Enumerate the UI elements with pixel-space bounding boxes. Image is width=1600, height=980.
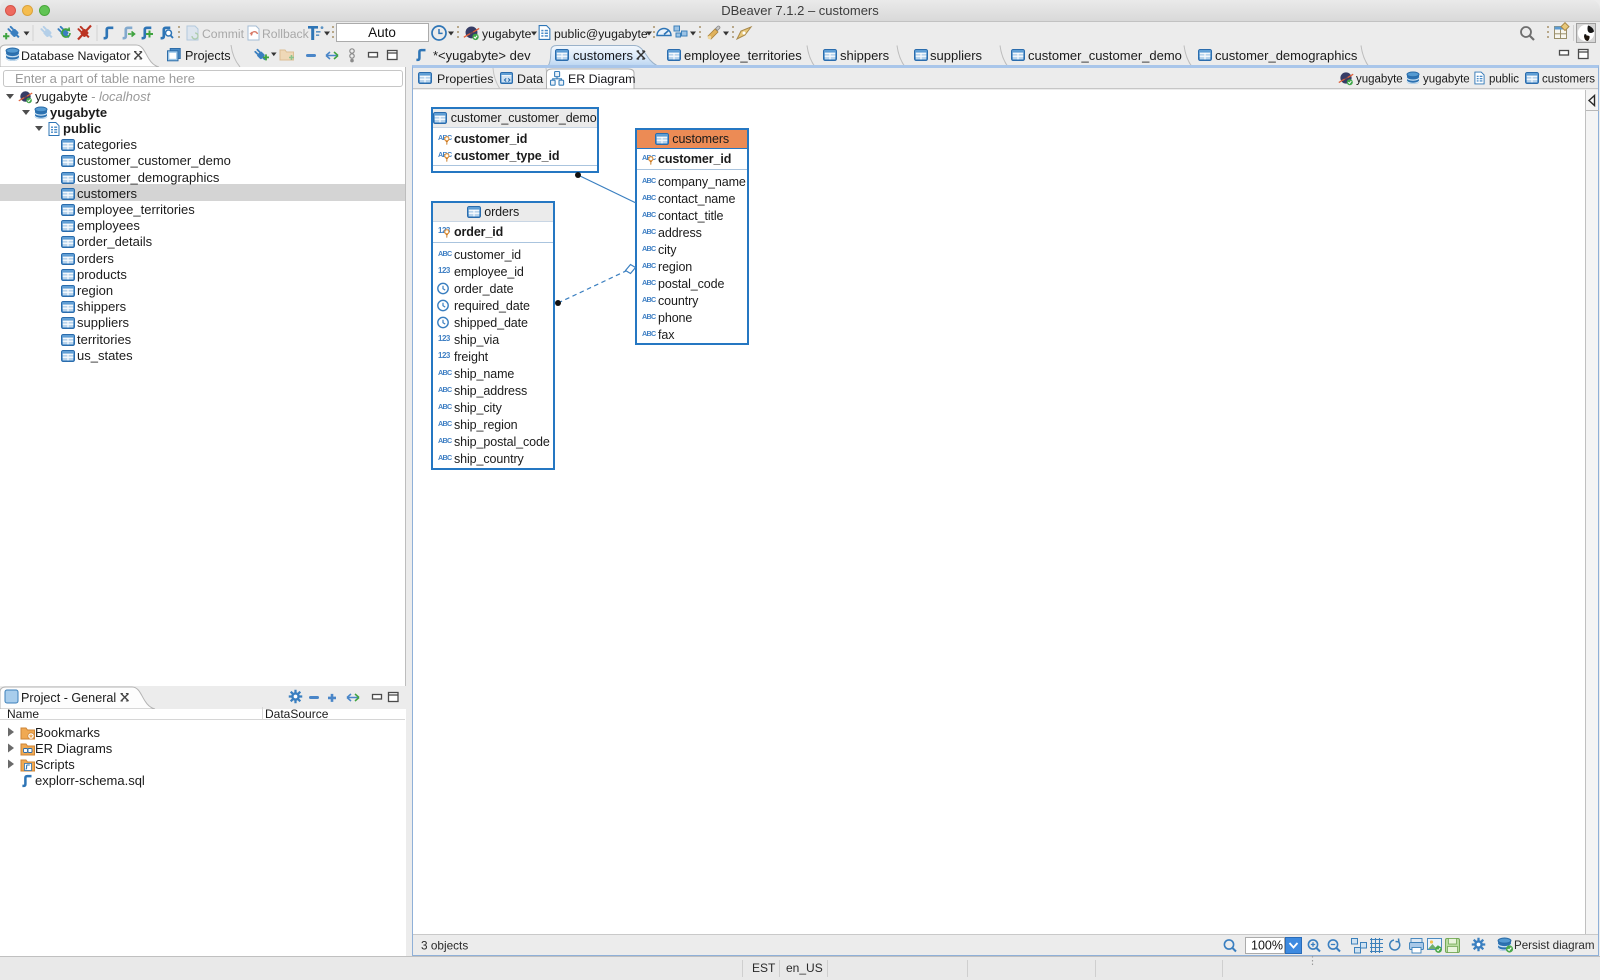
svg-text:shippers: shippers (840, 48, 890, 63)
svg-text:customer_demographics: customer_demographics (1215, 48, 1358, 63)
svg-text:yugabyte: yugabyte (1423, 74, 1470, 86)
svg-text:customer_customer_demo: customer_customer_demo (1028, 48, 1182, 63)
svg-text:public: public (1489, 74, 1519, 86)
svg-text:Database Navigator: Database Navigator (21, 49, 131, 63)
svg-text:yugabyte: yugabyte (1356, 74, 1403, 86)
svg-text:Persist diagram: Persist diagram (1514, 939, 1595, 952)
svg-text:customers: customers (573, 48, 633, 63)
svg-text:Data: Data (517, 72, 543, 86)
svg-text:Project - General: Project - General (21, 691, 116, 705)
svg-text:3 objects: 3 objects (421, 939, 468, 953)
svg-text:ER Diagram: ER Diagram (568, 72, 635, 86)
svg-text:*<yugabyte> dev: *<yugabyte> dev (433, 48, 531, 63)
svg-text:suppliers: suppliers (930, 48, 983, 63)
svg-text:100%: 100% (1251, 939, 1283, 953)
svg-text:customers: customers (1542, 74, 1595, 86)
svg-text:Auto: Auto (368, 25, 396, 40)
svg-text:Properties: Properties (437, 72, 493, 86)
svg-text:Projects: Projects (185, 49, 231, 63)
svg-text:employee_territories: employee_territories (684, 48, 802, 63)
